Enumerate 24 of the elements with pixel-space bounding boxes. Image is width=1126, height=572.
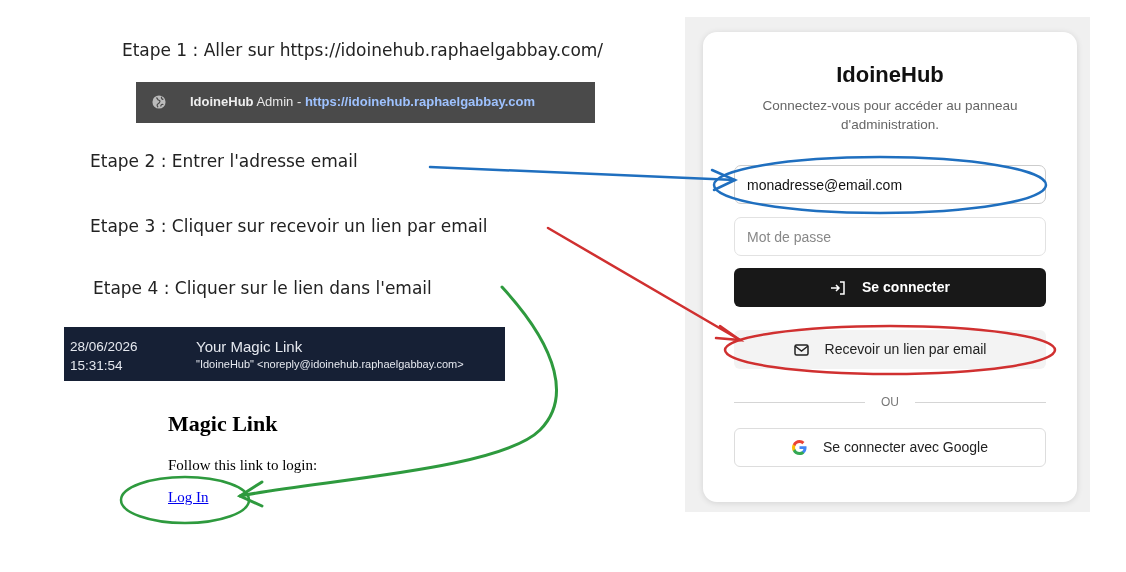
login-link[interactable]: Log In — [168, 485, 209, 508]
step-instruction: Etape 2 : Entrer l'adresse email — [90, 149, 359, 173]
login-subtitle: Connectez-vous pour accéder au panneau d'administration. — [761, 97, 1019, 135]
email-field[interactable]: monadresse@email.com — [734, 165, 1046, 205]
step-instruction: Etape 3 : Cliquer sur recevoir un lien par email — [90, 215, 489, 238]
globe-icon — [152, 95, 166, 109]
tab-title: IdoineHub Admin - https://idoinehub.raphaelgabbay.com — [190, 93, 536, 112]
google-icon — [792, 440, 807, 456]
step-instruction: Etape 1 : Aller sur https://idoinehub.raphaelgabbay.com/ — [120, 39, 605, 62]
password-field[interactable]: Mot de passe — [734, 217, 1046, 257]
login-button[interactable]: Se connecter — [734, 268, 1046, 308]
email-heading: Magic Link — [168, 410, 279, 438]
divider-text: OU — [881, 394, 899, 412]
step-instruction: Etape 4 : Cliquer sur le lien dans l'email — [93, 276, 433, 300]
email-sender: "IdoineHub" <noreply@idoinehub.raphaelgabbay.com> — [196, 357, 464, 372]
email-subject: Your Magic Link — [196, 337, 304, 356]
envelope-icon — [793, 343, 809, 356]
email-date: 28/06/2026 — [70, 338, 139, 356]
login-icon — [830, 279, 847, 296]
google-button[interactable]: Se connecter avec Google — [734, 428, 1046, 468]
app-title: IdoineHub — [835, 62, 945, 89]
magic-link-button[interactable]: Recevoir un lien par email — [734, 330, 1046, 370]
email-text: Follow this link to login: — [168, 456, 319, 475]
email-time: 15:31:54 — [70, 357, 124, 375]
